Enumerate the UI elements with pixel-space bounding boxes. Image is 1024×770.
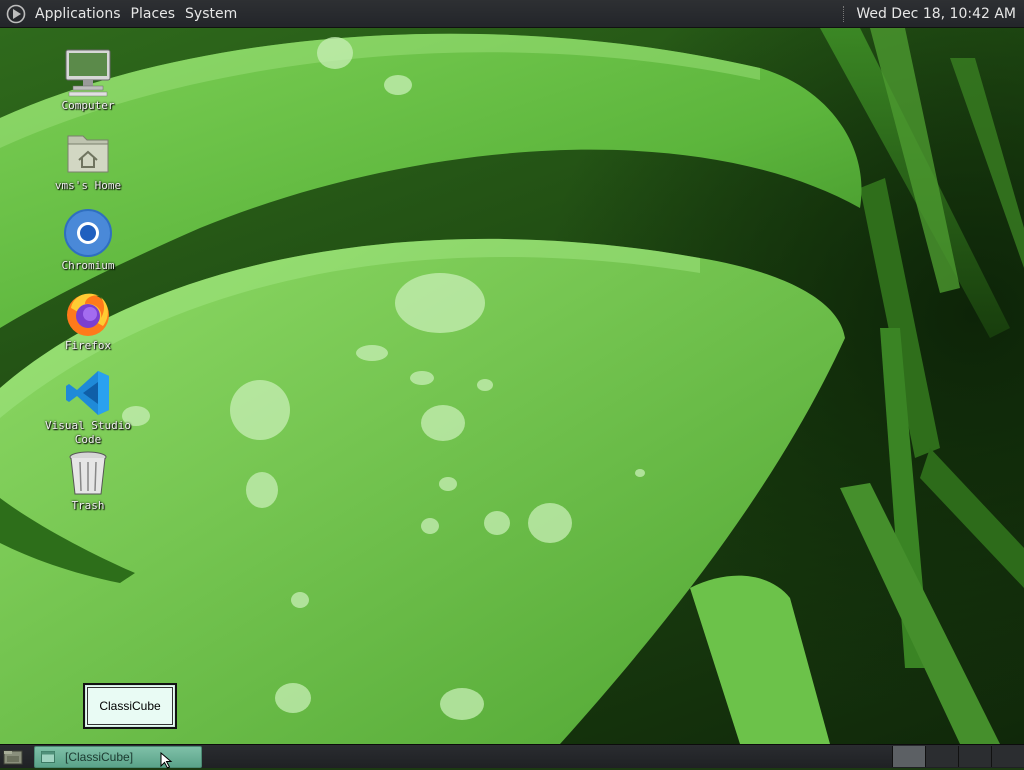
desktop-icon-label: Chromium: [61, 259, 115, 272]
bottom-panel: [ClassiCube]: [0, 744, 1024, 768]
menu-system[interactable]: System: [180, 0, 242, 28]
window-icon: [41, 751, 55, 763]
window-title: ClassiCube: [99, 699, 161, 713]
desktop-icon-chromium[interactable]: Chromium: [38, 208, 138, 273]
desktop-icon-label: Firefox: [64, 339, 112, 352]
workspace-1[interactable]: [892, 746, 925, 767]
workspace-3[interactable]: [958, 746, 991, 767]
mouse-cursor-icon: [160, 752, 173, 769]
desktop-icon-label: Computer: [61, 99, 115, 112]
taskbar-item-classicube[interactable]: [ClassiCube]: [34, 746, 202, 768]
panel-separator: [843, 5, 846, 22]
trash-icon: [69, 451, 107, 495]
menu-places[interactable]: Places: [126, 0, 181, 28]
desktop-icon-label: vms's Home: [54, 179, 122, 192]
desktop-icon-firefox[interactable]: Firefox: [38, 288, 138, 353]
clock[interactable]: Wed Dec 18, 10:42 AM: [856, 6, 1016, 22]
menu-applications[interactable]: Applications: [30, 0, 126, 28]
desktop-icon-home[interactable]: vms's Home: [38, 128, 138, 193]
desktop-icon-trash[interactable]: Trash: [38, 448, 138, 513]
desktop-icon-vscode[interactable]: Visual Studio Code: [38, 368, 138, 447]
workspace-2[interactable]: [925, 746, 958, 767]
desktop-icon-label: Trash: [71, 499, 105, 512]
leaf-drawing: [0, 28, 1024, 744]
workspace-4[interactable]: [991, 746, 1024, 767]
home-folder-icon: [67, 135, 109, 173]
desktop-icon-label: Visual Studio Code: [44, 419, 132, 446]
classicube-window[interactable]: ClassiCube: [83, 683, 177, 729]
show-desktop-icon[interactable]: [2, 748, 24, 766]
desktop-icon-computer[interactable]: Computer: [38, 48, 138, 113]
chromium-icon: [64, 209, 112, 257]
computer-icon: [65, 49, 111, 97]
desktop-wallpaper: [0, 28, 1024, 744]
vscode-icon: [66, 371, 109, 415]
top-panel: Applications Places System Wed Dec 18, 1…: [0, 0, 1024, 28]
firefox-icon: [67, 293, 109, 336]
workspace-switcher: [892, 746, 1024, 767]
task-label: [ClassiCube]: [65, 750, 134, 764]
distro-logo-icon[interactable]: [6, 4, 26, 24]
